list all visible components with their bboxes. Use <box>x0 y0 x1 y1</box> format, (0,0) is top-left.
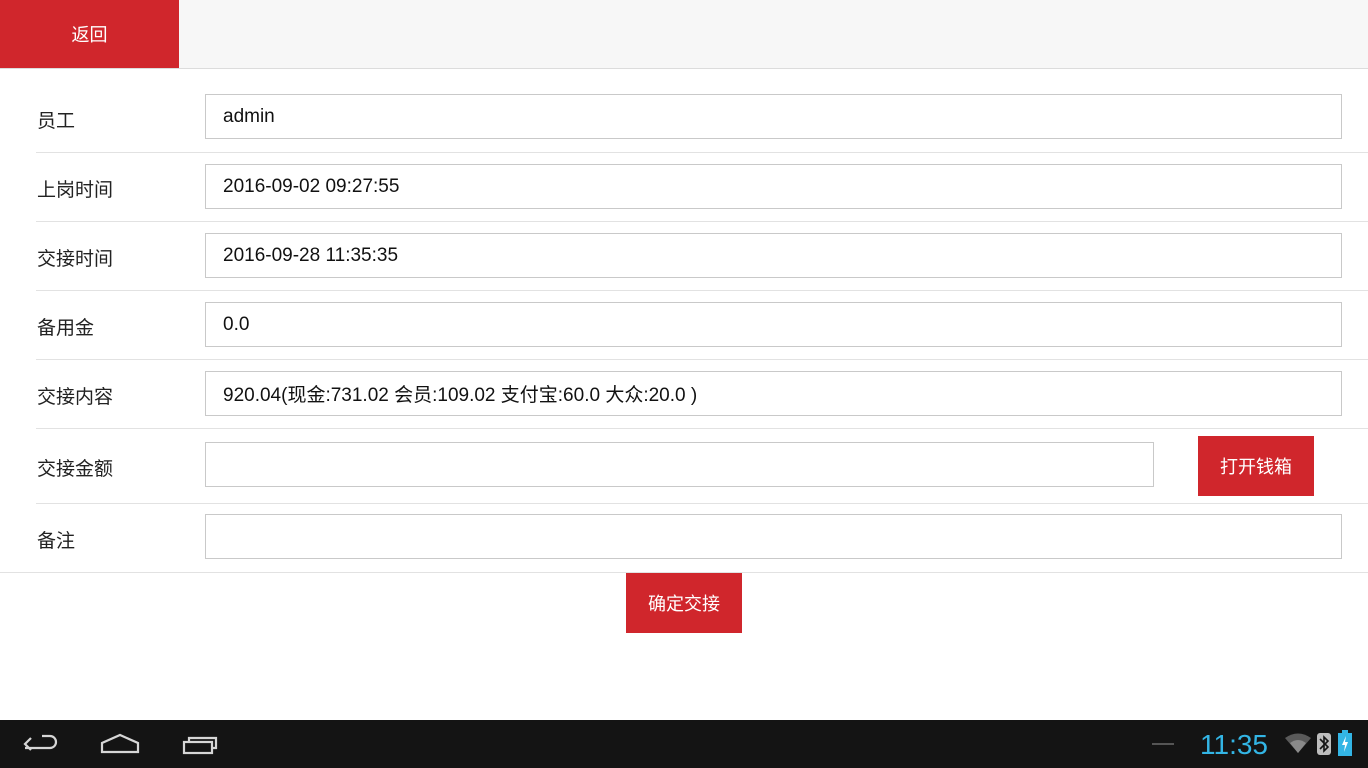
employee-row: 员工 <box>0 83 1368 153</box>
clock: 11:35 <box>1200 729 1268 760</box>
remark-row: 备注 <box>0 504 1368 573</box>
handover-amount-row: 交接金额 打开钱箱 <box>0 429 1368 504</box>
employee-field[interactable] <box>205 94 1342 139</box>
start-time-field[interactable] <box>205 164 1342 209</box>
wifi-icon <box>1285 733 1311 753</box>
handover-content-row: 交接内容 <box>0 360 1368 429</box>
handover-time-field[interactable] <box>205 233 1342 278</box>
handover-content-field[interactable] <box>205 371 1342 416</box>
top-bar: 返回 <box>0 0 1368 69</box>
handover-content-label: 交接内容 <box>37 386 114 408</box>
start-time-row: 上岗时间 <box>0 153 1368 222</box>
confirm-handover-button[interactable]: 确定交接 <box>626 573 742 633</box>
reserve-fund-label: 备用金 <box>37 317 95 339</box>
employee-label: 员工 <box>37 110 76 132</box>
remark-input[interactable] <box>205 514 1342 559</box>
handover-time-label: 交接时间 <box>37 248 114 270</box>
recent-apps-icon[interactable] <box>182 728 220 760</box>
handover-time-row: 交接时间 <box>0 222 1368 291</box>
home-icon[interactable] <box>100 728 140 760</box>
reserve-fund-row: 备用金 <box>0 291 1368 360</box>
reserve-fund-field[interactable] <box>205 302 1342 347</box>
remark-label: 备注 <box>37 530 76 552</box>
handover-amount-label: 交接金额 <box>37 458 114 480</box>
back-icon[interactable] <box>22 728 60 760</box>
start-time-label: 上岗时间 <box>37 179 114 201</box>
system-navigation-bar: 11:35 <box>0 720 1368 768</box>
back-button[interactable]: 返回 <box>0 0 179 68</box>
bluetooth-icon <box>1317 733 1331 755</box>
handover-amount-input[interactable] <box>205 442 1154 487</box>
open-cash-drawer-button[interactable]: 打开钱箱 <box>1198 436 1314 496</box>
minimize-indicator-icon <box>1152 743 1174 745</box>
battery-icon <box>1338 730 1352 756</box>
